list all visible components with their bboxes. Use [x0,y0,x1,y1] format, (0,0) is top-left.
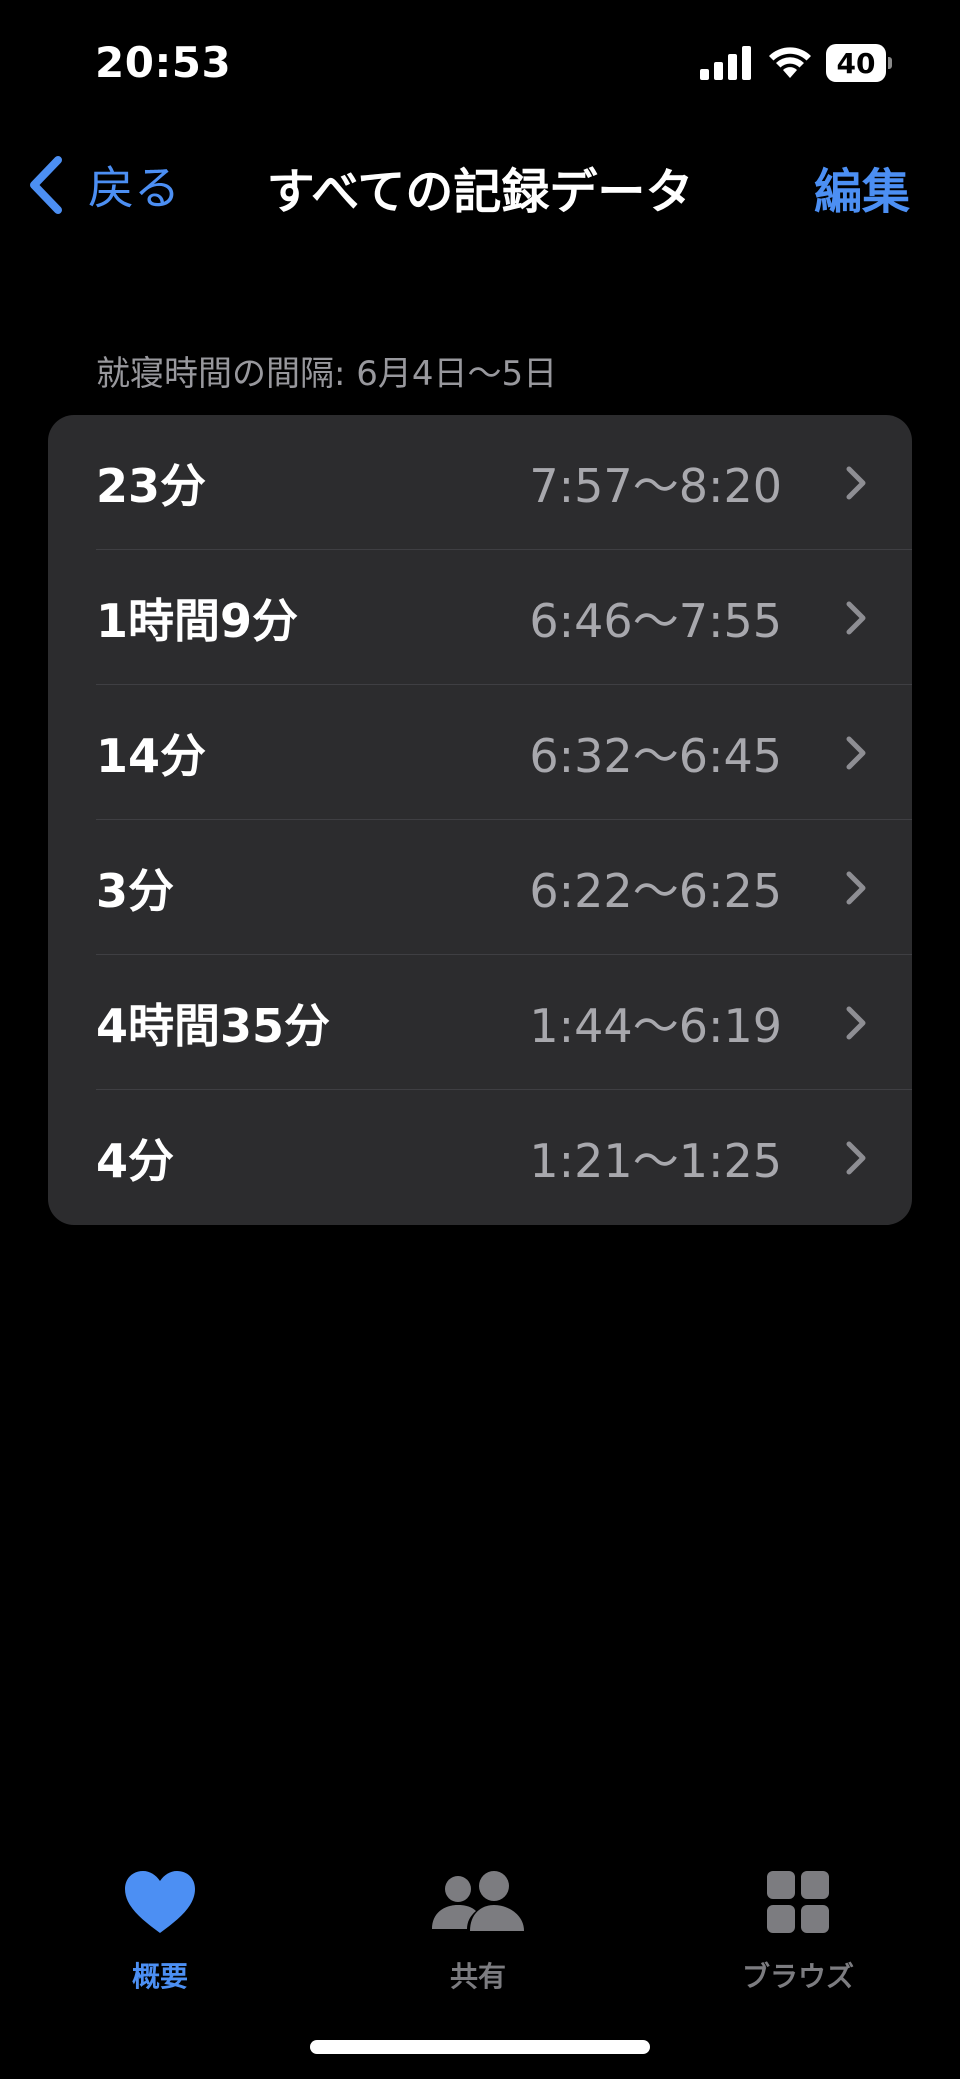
home-indicator[interactable] [310,2040,650,2054]
wifi-icon [769,47,811,78]
chevron-right-icon [846,1006,866,1040]
tab-label: ブラウズ [741,1960,854,1993]
tab-bar: 概要 共有 ブラウズ [0,1855,960,2015]
tab-browse[interactable]: ブラウズ [698,1855,898,1995]
tab-label: 共有 [449,1960,506,1993]
interval-duration: 4時間35分 [96,998,331,1053]
people-icon [432,1871,524,1931]
edit-button[interactable]: 編集 [814,152,910,222]
tab-sharing[interactable]: 共有 [378,1855,578,1995]
heart-icon [125,1871,195,1933]
cellular-signal-icon [700,46,751,80]
list-item[interactable]: 14分 6:32〜6:45 [48,685,912,820]
chevron-right-icon [846,466,866,500]
chevron-right-icon [846,601,866,635]
page-title: すべての記録データ [266,164,694,220]
battery-body: 40 [826,44,886,82]
interval-time-range: 1:21〜1:25 [529,1133,782,1188]
interval-time-range: 7:57〜8:20 [529,458,782,513]
interval-duration: 1時間9分 [96,593,299,648]
chevron-right-icon [846,736,866,770]
section-header: 就寝時間の間隔: 6月4日〜5日 [96,354,558,394]
grid-icon [767,1871,829,1933]
interval-time-range: 6:32〜6:45 [529,728,782,783]
tab-summary[interactable]: 概要 [60,1855,260,1995]
sleep-intervals-list: 23分 7:57〜8:20 1時間9分 6:46〜7:55 14分 6:32〜6… [48,415,912,1225]
back-label: 戻る [88,161,180,215]
interval-time-range: 6:46〜7:55 [529,593,782,648]
interval-duration: 14分 [96,728,207,783]
list-item[interactable]: 1時間9分 6:46〜7:55 [48,550,912,685]
back-button[interactable]: 戻る [26,150,180,220]
list-item[interactable]: 3分 6:22〜6:25 [48,820,912,955]
interval-duration: 3分 [96,863,175,918]
list-item[interactable]: 23分 7:57〜8:20 [48,415,912,550]
battery-cap [888,57,892,69]
chevron-right-icon [846,871,866,905]
interval-time-range: 1:44〜6:19 [529,998,782,1053]
interval-duration: 4分 [96,1133,175,1188]
status-time: 20:53 [95,38,232,87]
battery-icon: 40 [826,44,892,82]
navigation-bar: 戻る すべての記録データ 編集 [0,140,960,230]
chevron-right-icon [846,1141,866,1175]
list-item[interactable]: 4分 1:21〜1:25 [48,1090,912,1225]
chevron-left-icon [30,156,62,214]
interval-time-range: 6:22〜6:25 [529,863,782,918]
battery-level: 40 [836,46,876,80]
tab-label: 概要 [131,1960,188,1993]
interval-duration: 23分 [96,458,207,513]
status-bar: 20:53 40 [0,0,960,120]
list-item[interactable]: 4時間35分 1:44〜6:19 [48,955,912,1090]
